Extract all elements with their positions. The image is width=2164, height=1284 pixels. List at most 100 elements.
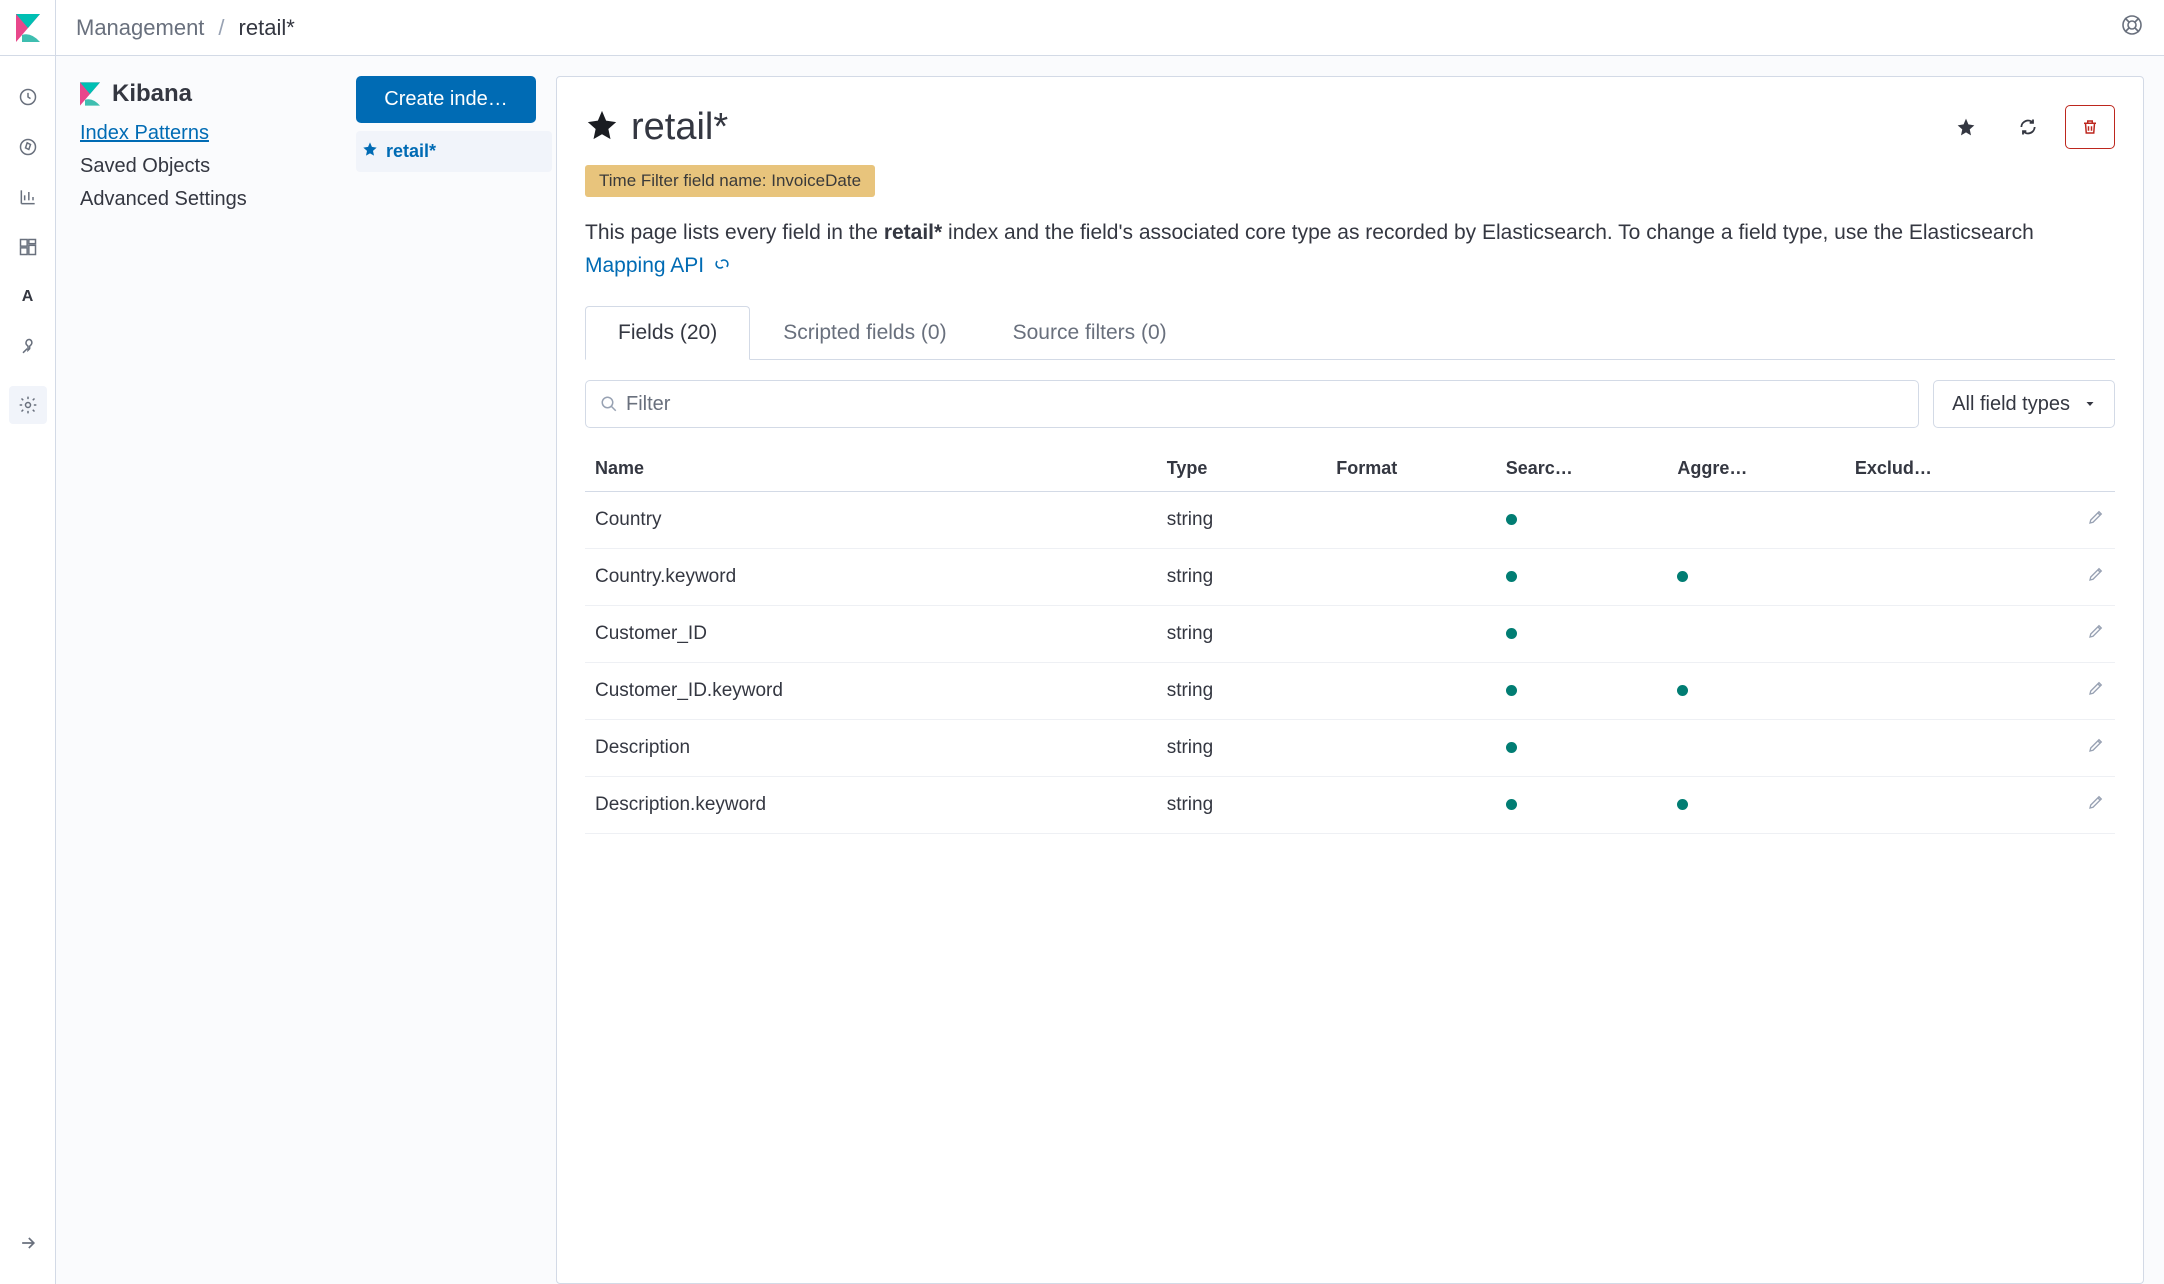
star-filled-icon (585, 108, 619, 147)
kibana-logo[interactable] (0, 0, 56, 56)
field-excluded (1845, 492, 2036, 549)
dot-icon (1506, 571, 1517, 582)
sidebar-link-index-patterns[interactable]: Index Patterns (80, 122, 336, 145)
edit-field-button[interactable] (2087, 510, 2105, 531)
field-aggregatable (1667, 492, 1844, 549)
edit-field-button[interactable] (2087, 681, 2105, 702)
edit-field-button[interactable] (2087, 795, 2105, 816)
edit-field-button[interactable] (2087, 738, 2105, 759)
col-format[interactable]: Format (1326, 446, 1496, 492)
field-type: string (1157, 663, 1327, 720)
field-format (1326, 606, 1496, 663)
star-icon (362, 141, 378, 162)
edit-field-button[interactable] (2087, 567, 2105, 588)
dashboard-icon[interactable] (17, 236, 39, 258)
help-icon[interactable] (2120, 13, 2144, 42)
fields-table: Name Type Format Searc… Aggre… Exclud… C… (585, 446, 2115, 834)
field-type: string (1157, 606, 1327, 663)
field-searchable (1496, 492, 1668, 549)
field-type: string (1157, 720, 1327, 777)
create-index-pattern-button[interactable]: Create inde… (356, 76, 536, 123)
field-format (1326, 720, 1496, 777)
sidebar: Kibana Index Patterns Saved Objects Adva… (56, 56, 356, 1284)
col-aggregatable[interactable]: Aggre… (1667, 446, 1844, 492)
recent-icon[interactable] (17, 86, 39, 108)
tab-source-filters[interactable]: Source filters (0) (980, 306, 1200, 359)
apm-icon[interactable]: A (17, 286, 39, 308)
field-excluded (1845, 777, 2036, 834)
field-format (1326, 492, 1496, 549)
field-format (1326, 549, 1496, 606)
delete-button[interactable] (2065, 105, 2115, 149)
time-filter-badge: Time Filter field name: InvoiceDate (585, 165, 875, 197)
field-excluded (1845, 606, 2036, 663)
tabs: Fields (20) Scripted fields (0) Source f… (585, 306, 2115, 360)
search-icon (600, 395, 618, 413)
sidebar-link-saved-objects[interactable]: Saved Objects (80, 155, 336, 178)
field-type: string (1157, 777, 1327, 834)
dot-icon (1506, 799, 1517, 810)
table-row: Customer_IDstring (585, 606, 2115, 663)
devtools-icon[interactable] (17, 336, 39, 358)
tab-scripted-fields[interactable]: Scripted fields (0) (750, 306, 979, 359)
dot-icon (1677, 685, 1688, 696)
topbar: Management / retail* (56, 0, 2164, 56)
mapping-api-link[interactable]: Mapping API (585, 254, 704, 277)
field-searchable (1496, 777, 1668, 834)
refresh-button[interactable] (2003, 105, 2053, 149)
field-type: string (1157, 549, 1327, 606)
table-row: Customer_ID.keywordstring (585, 663, 2115, 720)
edit-field-button[interactable] (2087, 624, 2105, 645)
filter-input[interactable] (626, 393, 1904, 416)
discover-icon[interactable] (17, 136, 39, 158)
field-name: Country (585, 492, 1157, 549)
field-name: Description.keyword (585, 777, 1157, 834)
col-searchable[interactable]: Searc… (1496, 446, 1668, 492)
filter-input-wrap[interactable] (585, 380, 1919, 428)
field-type: string (1157, 492, 1327, 549)
col-type[interactable]: Type (1157, 446, 1327, 492)
field-searchable (1496, 549, 1668, 606)
field-excluded (1845, 549, 2036, 606)
management-icon[interactable] (9, 386, 47, 424)
field-searchable (1496, 663, 1668, 720)
index-pattern-detail: retail* Time Filter field (556, 76, 2144, 1284)
icon-rail: A (0, 0, 56, 1284)
tab-fields[interactable]: Fields (20) (585, 306, 750, 360)
desc-bold: retail* (884, 221, 942, 244)
dot-icon (1677, 799, 1688, 810)
set-default-button[interactable] (1941, 105, 1991, 149)
dot-icon (1677, 571, 1688, 582)
field-aggregatable (1667, 549, 1844, 606)
field-name: Country.keyword (585, 549, 1157, 606)
breadcrumb-root[interactable]: Management (76, 15, 204, 41)
field-format (1326, 663, 1496, 720)
dot-icon (1506, 685, 1517, 696)
dot-icon (1506, 628, 1517, 639)
field-type-select[interactable]: All field types (1933, 380, 2115, 428)
breadcrumb: Management / retail* (76, 15, 295, 41)
dot-icon (1506, 514, 1517, 525)
field-aggregatable (1667, 606, 1844, 663)
field-searchable (1496, 606, 1668, 663)
field-aggregatable (1667, 777, 1844, 834)
desc-pre: This page lists every field in the (585, 221, 884, 244)
table-row: Countrystring (585, 492, 2115, 549)
visualize-icon[interactable] (17, 186, 39, 208)
breadcrumb-current: retail* (239, 15, 295, 41)
pattern-item-retail[interactable]: retail* (356, 131, 552, 172)
pattern-list: Create inde… retail* (356, 56, 552, 1284)
field-excluded (1845, 720, 2036, 777)
field-name: Customer_ID (585, 606, 1157, 663)
description-text: This page lists every field in the retai… (585, 217, 2115, 282)
field-format (1326, 777, 1496, 834)
col-excluded[interactable]: Exclud… (1845, 446, 2036, 492)
table-row: Country.keywordstring (585, 549, 2115, 606)
field-searchable (1496, 720, 1668, 777)
breadcrumb-sep: / (218, 15, 224, 41)
field-aggregatable (1667, 720, 1844, 777)
sidebar-link-advanced-settings[interactable]: Advanced Settings (80, 188, 336, 211)
table-row: Description.keywordstring (585, 777, 2115, 834)
col-name[interactable]: Name (585, 446, 1157, 492)
collapse-icon[interactable] (17, 1232, 39, 1254)
